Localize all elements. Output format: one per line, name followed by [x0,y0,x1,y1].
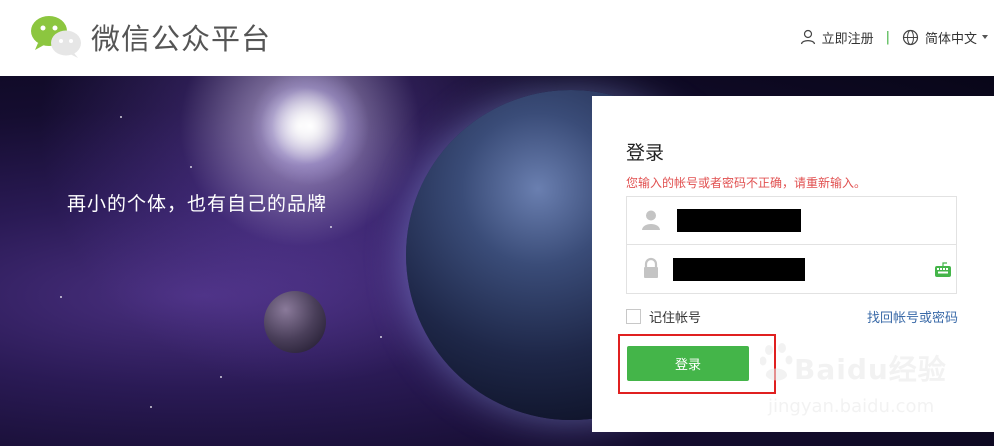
language-selector[interactable]: 简体中文 [902,28,994,47]
top-header: 微信公众平台 立即注册 | 简体中文 [0,0,994,76]
annotation-highlight-box [618,334,776,394]
password-redaction [673,258,805,281]
banner-slogan: 再小的个体，也有自己的品牌 [67,193,328,215]
paw-icon [760,343,793,381]
star [220,376,222,378]
username-field[interactable] [627,197,956,245]
top-links: 立即注册 | 简体中文 [800,26,994,48]
star [60,296,62,298]
lock-icon [644,257,658,278]
password-field[interactable] [627,245,956,293]
star [120,116,122,118]
remember-account: 记住帐号 [626,307,701,326]
star [150,406,152,408]
baidu-watermark: Baidu经验 jingyan.baidu.com [760,340,992,430]
watermark-brand: Baidu经验 [794,353,947,386]
language-label: 简体中文 [924,31,977,47]
star [380,336,382,338]
wechat-logo-icon[interactable] [30,15,82,59]
login-error-message: 您输入的帐号或者密码不正确，请重新输入。 [626,176,867,190]
keyboard-icon[interactable] [934,261,952,279]
planet-small-image [264,291,326,353]
star [330,226,332,228]
link-separator: | [885,29,890,45]
login-title: 登录 [626,142,665,164]
star [190,166,192,168]
username-redaction [677,209,801,232]
remember-checkbox[interactable] [626,309,641,324]
user-icon [642,210,660,230]
remember-label[interactable]: 记住帐号 [649,307,701,326]
chevron-down-icon [982,35,988,39]
register-label: 立即注册 [821,31,874,47]
site-title: 微信公众平台 [91,22,272,56]
register-link[interactable]: 立即注册 [800,28,874,47]
user-outline-icon [800,29,815,45]
globe-icon [902,29,919,45]
forgot-account-link[interactable]: 找回帐号或密码 [867,307,958,326]
credentials-box [626,196,957,294]
watermark-url: jingyan.baidu.com [768,396,935,417]
lens-flare [250,76,370,186]
